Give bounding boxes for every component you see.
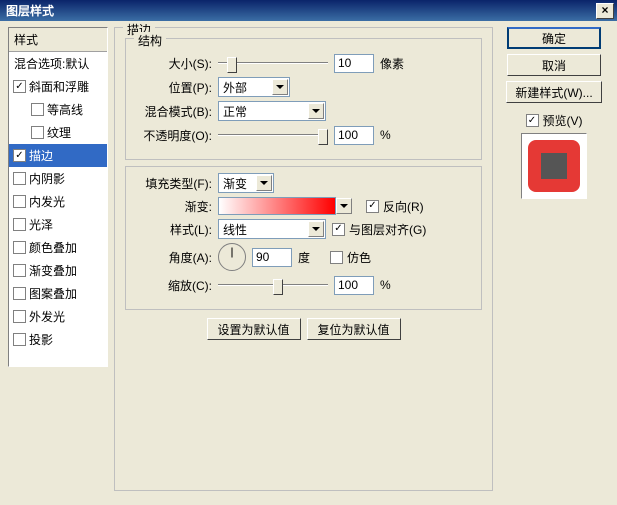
checkbox-icon[interactable] xyxy=(13,241,26,254)
style-item-label: 颜色叠加 xyxy=(29,239,77,256)
style-item[interactable]: 颜色叠加 xyxy=(9,236,107,259)
style-item[interactable]: 投影 xyxy=(9,328,107,351)
style-value: 线性 xyxy=(223,221,247,238)
checkbox-icon[interactable] xyxy=(13,172,26,185)
style-label: 样式(L): xyxy=(136,221,212,238)
chevron-down-icon xyxy=(272,79,288,95)
style-item[interactable]: 内阴影 xyxy=(9,167,107,190)
style-item-label: 渐变叠加 xyxy=(29,262,77,279)
opacity-label: 不透明度(O): xyxy=(136,127,212,144)
blend-options-item[interactable]: 混合选项:默认 xyxy=(9,52,107,75)
styles-header: 样式 xyxy=(9,28,107,52)
angle-unit: 度 xyxy=(298,249,310,266)
angle-input[interactable] xyxy=(252,248,292,267)
checkbox-icon[interactable] xyxy=(31,126,44,139)
stroke-panel: 描边 结构 大小(S): 像素 位置(P): 外部 混合模式(B): 正常 xyxy=(114,27,493,491)
style-item[interactable]: 纹理 xyxy=(9,121,107,144)
style-item-label: 等高线 xyxy=(47,101,83,118)
checkbox-icon[interactable] xyxy=(13,149,26,162)
reverse-checkbox[interactable]: 反向(R) xyxy=(366,198,424,215)
reset-default-button[interactable]: 复位为默认值 xyxy=(307,318,401,340)
opacity-slider[interactable] xyxy=(218,125,328,145)
size-slider[interactable] xyxy=(218,53,328,73)
checkbox-icon[interactable] xyxy=(13,264,26,277)
blend-mode-label: 混合模式(B): xyxy=(136,103,212,120)
blend-mode-value: 正常 xyxy=(223,103,247,120)
new-style-button[interactable]: 新建样式(W)... xyxy=(506,81,601,103)
dither-checkbox[interactable]: 仿色 xyxy=(330,249,371,266)
style-item[interactable]: 图案叠加 xyxy=(9,282,107,305)
scale-label: 缩放(C): xyxy=(136,277,212,294)
styles-list: 样式 混合选项:默认 斜面和浮雕等高线纹理描边内阴影内发光光泽颜色叠加渐变叠加图… xyxy=(8,27,108,367)
preview-swatch xyxy=(521,133,587,199)
style-item-label: 内阴影 xyxy=(29,170,65,187)
checkbox-icon[interactable] xyxy=(13,287,26,300)
size-label: 大小(S): xyxy=(136,55,212,72)
style-item-label: 图案叠加 xyxy=(29,285,77,302)
chevron-down-icon xyxy=(336,198,352,214)
scale-input[interactable] xyxy=(334,276,374,295)
filltype-label: 填充类型(F): xyxy=(136,175,212,192)
opacity-input[interactable] xyxy=(334,126,374,145)
preview-checkbox[interactable]: 预览(V) xyxy=(526,112,583,129)
filltype-dropdown[interactable]: 渐变 xyxy=(218,173,274,193)
checkbox-icon xyxy=(330,251,343,264)
size-unit: 像素 xyxy=(380,55,404,72)
scale-slider[interactable] xyxy=(218,275,328,295)
checkbox-icon xyxy=(332,223,345,236)
style-item-label: 描边 xyxy=(29,147,53,164)
position-value: 外部 xyxy=(223,79,247,96)
checkbox-icon xyxy=(366,200,379,213)
size-input[interactable] xyxy=(334,54,374,73)
gradient-swatch[interactable] xyxy=(218,197,336,215)
cancel-button[interactable]: 取消 xyxy=(507,54,601,76)
filltype-value: 渐变 xyxy=(223,175,247,192)
opacity-unit: % xyxy=(380,128,391,142)
style-item-label: 投影 xyxy=(29,331,53,348)
position-dropdown[interactable]: 外部 xyxy=(218,77,290,97)
angle-label: 角度(A): xyxy=(136,249,212,266)
align-checkbox[interactable]: 与图层对齐(G) xyxy=(332,221,426,238)
ok-button[interactable]: 确定 xyxy=(507,27,601,49)
structure-title: 结构 xyxy=(134,32,166,49)
checkbox-icon[interactable] xyxy=(13,310,26,323)
window-title: 图层样式 xyxy=(6,2,54,19)
checkbox-icon[interactable] xyxy=(13,218,26,231)
angle-knob[interactable] xyxy=(218,243,246,271)
style-item[interactable]: 渐变叠加 xyxy=(9,259,107,282)
checkbox-icon[interactable] xyxy=(13,80,26,93)
style-item-label: 外发光 xyxy=(29,308,65,325)
position-label: 位置(P): xyxy=(136,79,212,96)
dither-label: 仿色 xyxy=(347,249,371,266)
style-item[interactable]: 外发光 xyxy=(9,305,107,328)
align-label: 与图层对齐(G) xyxy=(349,221,426,238)
checkbox-icon[interactable] xyxy=(13,333,26,346)
gradient-label: 渐变: xyxy=(136,198,212,215)
style-item[interactable]: 等高线 xyxy=(9,98,107,121)
chevron-down-icon xyxy=(256,175,272,191)
scale-unit: % xyxy=(380,278,391,292)
reverse-label: 反向(R) xyxy=(383,198,424,215)
blend-mode-dropdown[interactable]: 正常 xyxy=(218,101,326,121)
chevron-down-icon xyxy=(308,103,324,119)
make-default-button[interactable]: 设置为默认值 xyxy=(207,318,301,340)
structure-group: 结构 大小(S): 像素 位置(P): 外部 混合模式(B): 正常 不透明度(… xyxy=(125,38,482,160)
style-item[interactable]: 斜面和浮雕 xyxy=(9,75,107,98)
style-item[interactable]: 描边 xyxy=(9,144,107,167)
style-item-label: 光泽 xyxy=(29,216,53,233)
checkbox-icon[interactable] xyxy=(31,103,44,116)
style-dropdown[interactable]: 线性 xyxy=(218,219,326,239)
fill-group: 填充类型(F): 渐变 渐变: 反向(R) 样式(L): 线性 与图层对齐(G)… xyxy=(125,166,482,310)
close-icon[interactable]: × xyxy=(596,3,614,19)
checkbox-icon xyxy=(526,114,539,127)
style-item[interactable]: 光泽 xyxy=(9,213,107,236)
style-item-label: 纹理 xyxy=(47,124,71,141)
chevron-down-icon xyxy=(308,221,324,237)
style-item-label: 斜面和浮雕 xyxy=(29,78,89,95)
style-item[interactable]: 内发光 xyxy=(9,190,107,213)
style-item-label: 内发光 xyxy=(29,193,65,210)
preview-label: 预览(V) xyxy=(543,112,583,129)
checkbox-icon[interactable] xyxy=(13,195,26,208)
